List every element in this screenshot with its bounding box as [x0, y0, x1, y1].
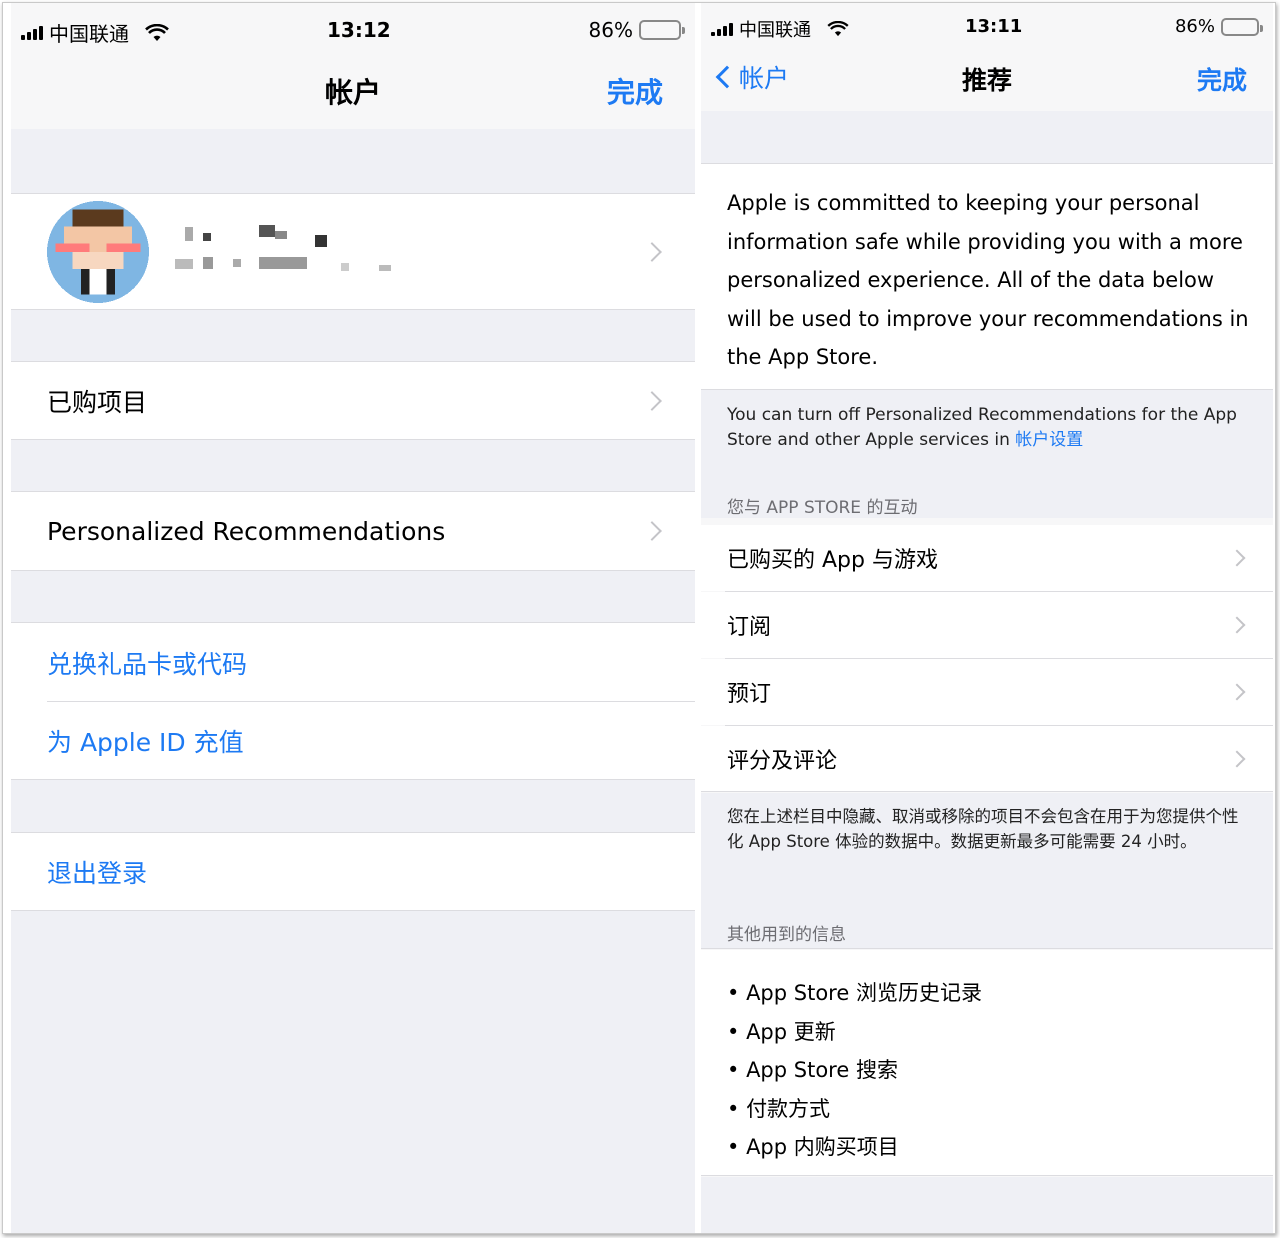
list-item: • App 更新 [727, 1019, 836, 1044]
section-gap [11, 129, 695, 193]
battery: 86% [1174, 16, 1263, 37]
carrier: 中国联通 [711, 16, 849, 42]
wifi-icon [145, 23, 169, 41]
list-item: • App Store 浏览历史记录 [727, 981, 982, 1005]
interaction-section-header: 您与 APP STORE 的互动 [727, 498, 918, 518]
battery-percent: 86% [1174, 16, 1215, 37]
personalized-recommendations-row[interactable]: Personalized Recommendations [11, 491, 695, 571]
signal-icon [711, 22, 733, 36]
redeem-row[interactable]: 兑换礼品卡或代码 [11, 622, 695, 702]
list-item: • 付款方式 [727, 1096, 831, 1121]
carrier: 中国联通 [21, 18, 169, 47]
battery-icon [639, 20, 685, 40]
chevron-right-icon [642, 390, 662, 411]
bullet-list: • App Store 浏览历史记录 • App 更新 • App Store … [727, 974, 982, 1167]
battery: 86% [588, 18, 685, 42]
blurred-name [175, 224, 391, 271]
section-gap [11, 571, 695, 622]
other-info-section-header: 其他用到的信息 [727, 925, 846, 945]
section-gap [11, 440, 695, 491]
hidden-items-section: 您在上述栏目中隐藏、取消或移除的项目不会包含在用于为您提供个性化 App Sto… [701, 793, 1273, 949]
status-time: 13:12 [327, 18, 391, 42]
row-label: 预订 [727, 682, 772, 707]
account-screen: 中国联通 13:12 86% 帐户 完成 已购项目 Personalized R… [11, 3, 695, 1233]
section-gap [11, 310, 695, 361]
purchased-row[interactable]: 已购项目 [11, 361, 695, 440]
subscriptions-row[interactable]: 订阅 [701, 592, 1273, 658]
chevron-right-icon [1228, 549, 1246, 567]
signal-icon [21, 25, 43, 40]
ratings-reviews-row[interactable]: 评分及评论 [701, 726, 1273, 792]
intro-text: Apple is committed to keeping your perso… [727, 191, 1249, 369]
account-settings-link[interactable]: 帐户设置 [1015, 430, 1083, 450]
redeem-label: 兑换礼品卡或代码 [47, 649, 248, 679]
chevron-right-icon [1228, 616, 1246, 634]
list-item: • App Store 搜索 [727, 1058, 898, 1083]
profile-text [175, 217, 395, 287]
purchased-apps-row[interactable]: 已购买的 App 与游戏 [701, 525, 1273, 591]
info-section: You can turn off Personalized Recommenda… [701, 390, 1273, 518]
chevron-right-icon [1228, 683, 1246, 701]
chevron-right-icon [642, 241, 662, 262]
intro-card: Apple is committed to keeping your perso… [701, 164, 1273, 390]
add-funds-row[interactable]: 为 Apple ID 充值 [11, 702, 695, 780]
preorders-row[interactable]: 预订 [701, 659, 1273, 725]
battery-percent: 86% [588, 18, 633, 42]
row-label: 订阅 [727, 615, 772, 640]
personalized-label: Personalized Recommendations [47, 516, 446, 546]
screenshot-frame: 中国联通 13:12 86% 帐户 完成 已购项目 Personalized R… [2, 2, 1276, 1234]
profile-row[interactable] [11, 193, 695, 310]
nav-bar: 帐户 推荐 完成 [701, 49, 1273, 111]
page-title: 帐户 [324, 76, 381, 109]
carrier-label: 中国联通 [49, 22, 129, 46]
status-bar: 中国联通 13:12 86% [11, 3, 695, 55]
purchased-label: 已购项目 [47, 387, 148, 417]
other-info-list: • App Store 浏览历史记录 • App 更新 • App Store … [701, 950, 1273, 1176]
status-bar: 中国联通 13:11 86% [701, 3, 1273, 49]
sign-out-row[interactable]: 退出登录 [11, 832, 695, 911]
done-button[interactable]: 完成 [1197, 61, 1247, 97]
chevron-right-icon [642, 521, 662, 541]
empty-area [11, 911, 695, 1233]
sign-out-label: 退出登录 [47, 858, 148, 888]
recommendations-screen: 中国联通 13:11 86% 帐户 推荐 完成 Apple is committ… [701, 3, 1273, 1233]
turn-off-note: You can turn off Personalized Recommenda… [727, 403, 1243, 453]
hidden-items-note: 您在上述栏目中隐藏、取消或移除的项目不会包含在用于为您提供个性化 App Sto… [727, 807, 1239, 851]
list-item: • App 内购买项目 [727, 1135, 899, 1160]
status-time: 13:11 [965, 16, 1023, 37]
section-gap [11, 780, 695, 832]
wifi-icon [827, 21, 849, 37]
section-gap [701, 111, 1273, 164]
row-label: 已购买的 App 与游戏 [727, 548, 938, 573]
battery-icon [1221, 17, 1263, 36]
add-funds-label: 为 Apple ID 充值 [47, 727, 244, 757]
done-button[interactable]: 完成 [607, 71, 663, 111]
empty-area [701, 1177, 1273, 1233]
turn-off-text: You can turn off Personalized Recommenda… [727, 405, 1237, 450]
avatar [47, 200, 149, 303]
row-label: 评分及评论 [727, 748, 838, 774]
page-title: 推荐 [961, 66, 1012, 95]
nav-bar: 帐户 完成 [11, 55, 695, 129]
chevron-right-icon [1228, 750, 1246, 767]
carrier-label: 中国联通 [739, 20, 811, 41]
